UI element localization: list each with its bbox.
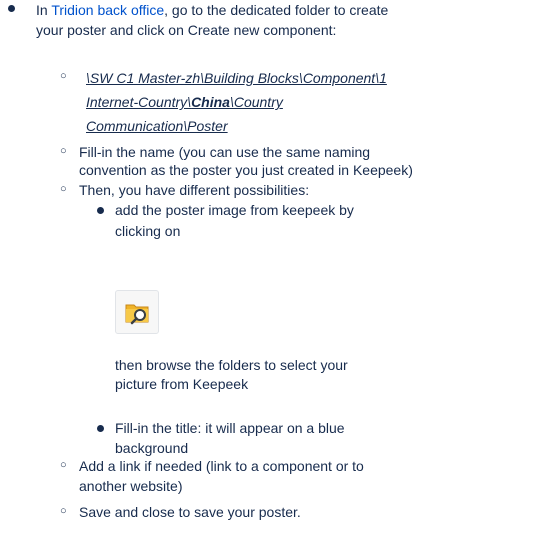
folder-path-line-1: \SW C1 Master-zh\Building Blocks\Compone… <box>86 70 387 86</box>
add-link-line-1: Add a link if needed (link to a componen… <box>79 458 364 474</box>
circle-bullet: ○ <box>60 183 67 195</box>
save-line: Save and close to save your poster. <box>79 504 301 520</box>
bullet <box>97 425 104 432</box>
circle-bullet: ○ <box>60 145 67 157</box>
add-image-after-1: then browse the folders to select your <box>115 357 348 373</box>
step-line-1: In Tridion back office, go to the dedica… <box>36 0 388 20</box>
fill-name-line-2: convention as the poster you just create… <box>79 162 413 178</box>
fill-name-line-1: Fill-in the name (you can use the same n… <box>79 144 371 160</box>
folder-path-line-3: Communication\Poster <box>86 118 228 134</box>
bullet <box>97 207 104 214</box>
circle-bullet: ○ <box>60 459 67 471</box>
step-prefix: In <box>36 2 52 18</box>
circle-bullet: ○ <box>60 70 67 82</box>
add-link-line-2: another website) <box>79 478 183 494</box>
folder-path-china: China <box>191 94 230 110</box>
step-line-2: your poster and click on Create new comp… <box>36 22 337 38</box>
keepeek-browse-folder-icon[interactable] <box>115 290 159 334</box>
add-image-after-2: picture from Keepeek <box>115 376 249 392</box>
fill-title-line-2: background <box>115 440 189 456</box>
fill-title-line-1: Fill-in the title: it will appear on a b… <box>115 420 345 436</box>
bullet <box>8 5 15 12</box>
folder-search-icon <box>125 304 149 325</box>
tridion-back-office-link[interactable]: Tridion back office <box>51 2 164 18</box>
circle-bullet: ○ <box>60 505 67 517</box>
folder-path-line-2: Internet-Country\China\Country <box>86 94 283 110</box>
add-image-line-1: add the poster image from keepeek by <box>115 202 354 218</box>
then-line: Then, you have different possibilities: <box>79 182 310 198</box>
add-image-line-2: clicking on <box>115 223 181 239</box>
step-text: , go to the dedicated folder to create <box>164 2 389 18</box>
